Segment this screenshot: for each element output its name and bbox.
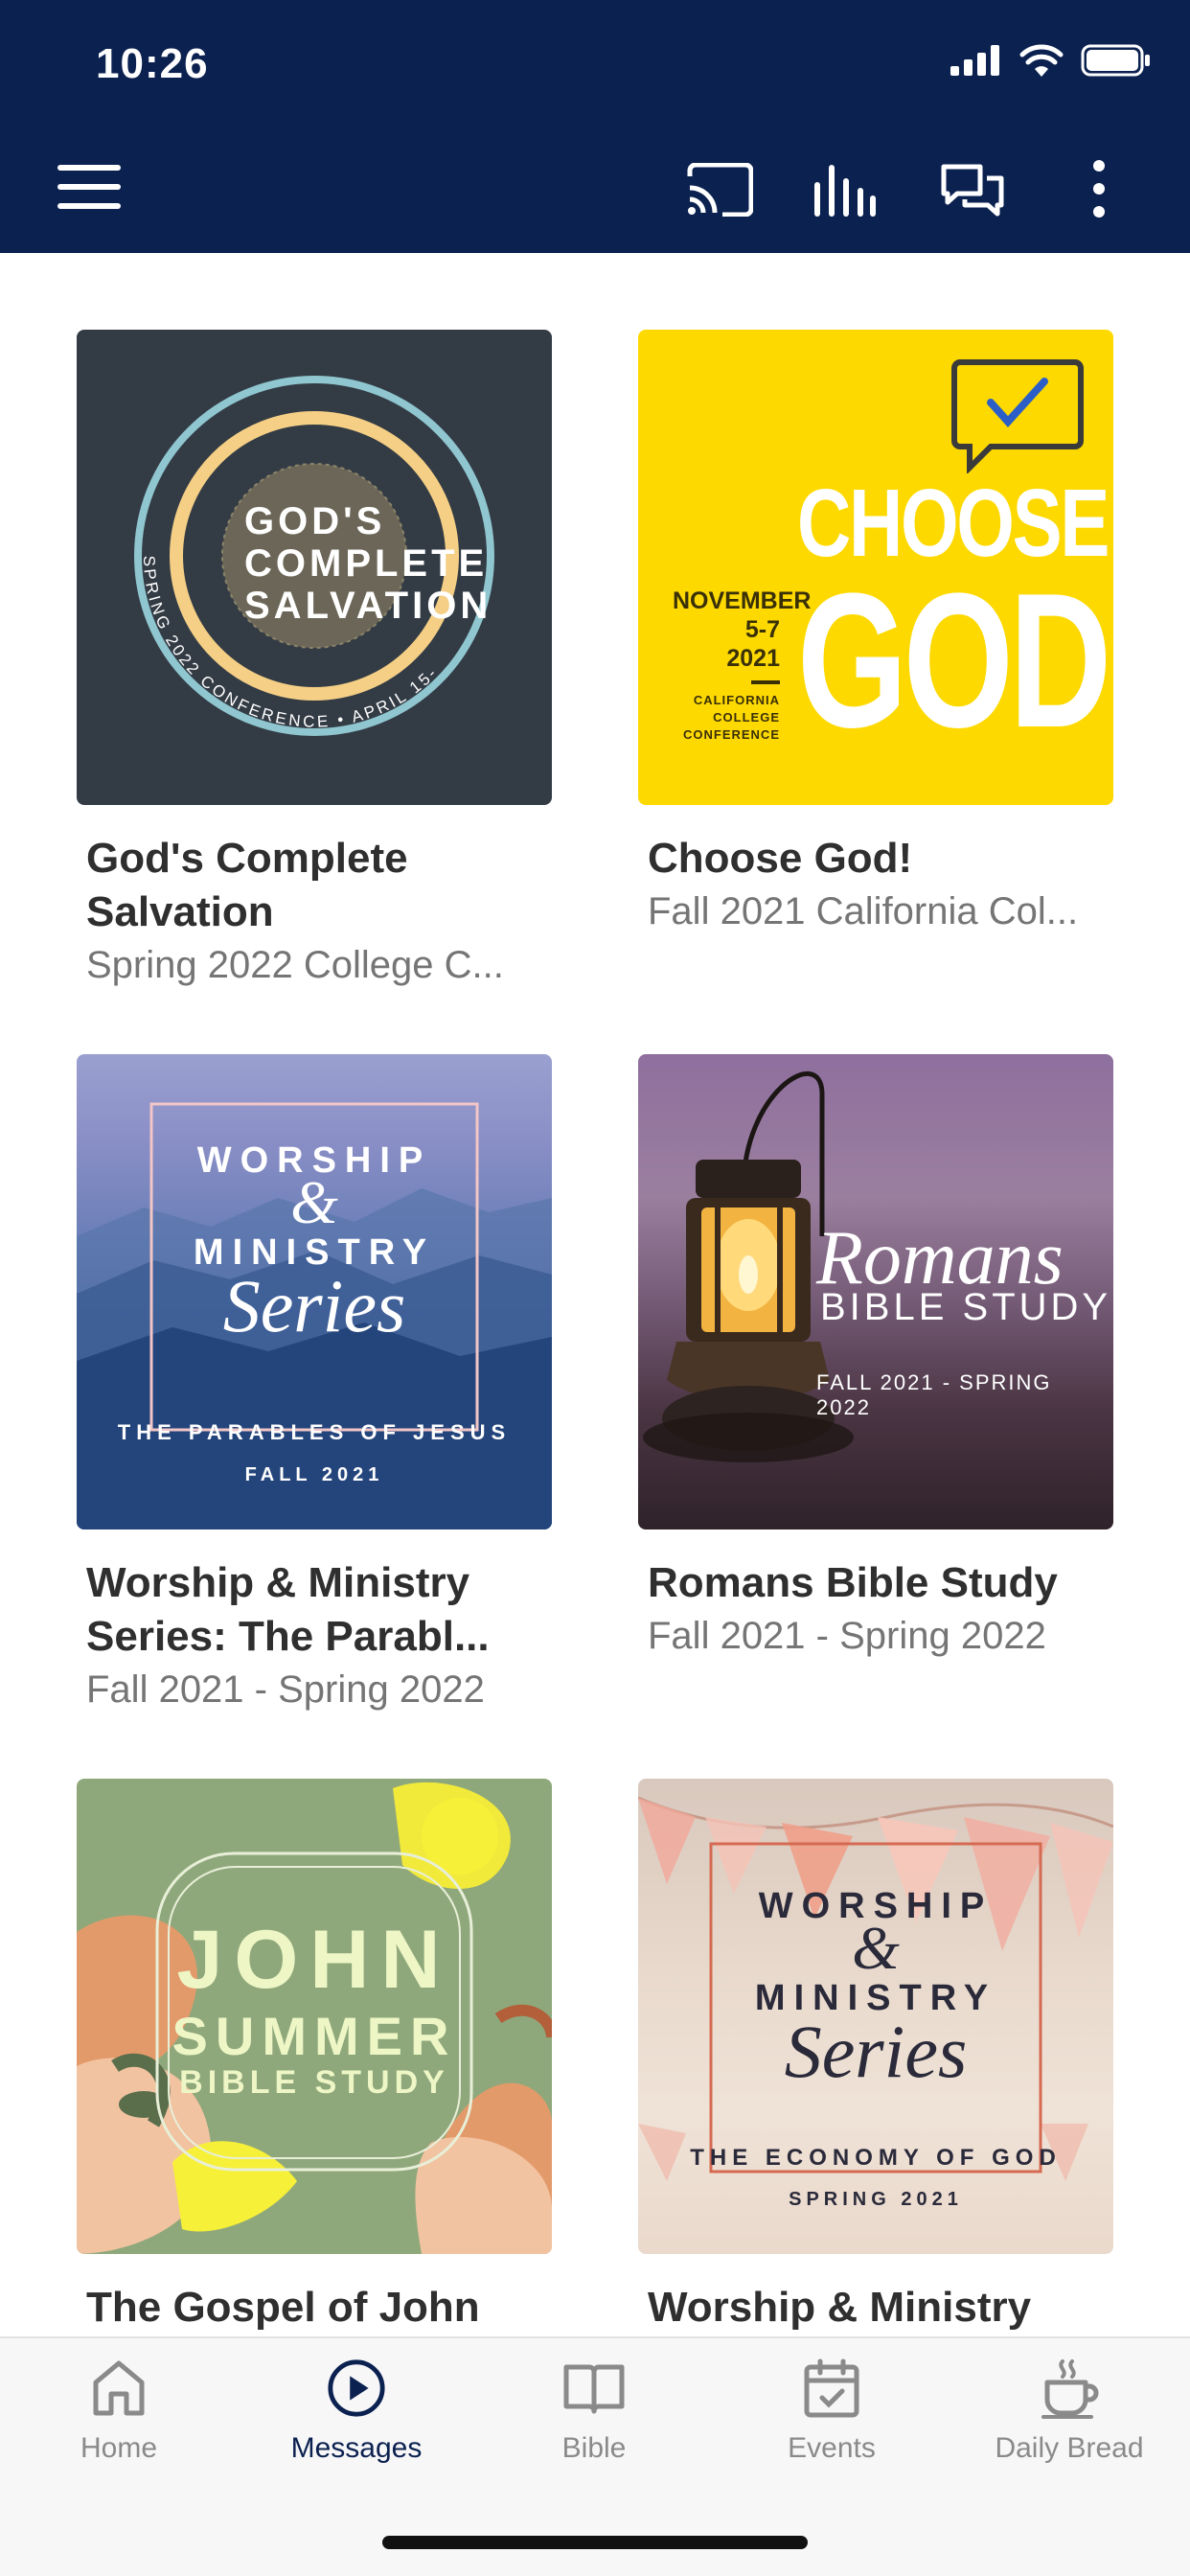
tab-label: Events [788, 2432, 876, 2464]
cover-image: WORSHIP & MINISTRY Series THE PARABLES O… [77, 1054, 552, 1530]
status-time: 10:26 [96, 40, 209, 87]
cover-line: FALL 2021 - SPRING 2022 [816, 1370, 1052, 1419]
cover-line: CONFERENCE [682, 727, 780, 742]
book-icon [563, 2364, 625, 2414]
tab-bible[interactable]: Bible [475, 2358, 713, 2465]
app-header: 10:26 [0, 0, 1190, 253]
home-indicator[interactable] [382, 2536, 808, 2549]
card-subtitle: Fall 2021 - Spring 2022 [86, 1668, 485, 1711]
cover-line: & [290, 1168, 338, 1236]
message-card[interactable]: SPRING 2022 CONFERENCE • APRIL 15-16 GOD… [77, 330, 552, 991]
cover-line: SPRING 2021 [789, 2189, 963, 2210]
cover-line: BIBLE STUDY [820, 1286, 1112, 1328]
message-card[interactable]: WORSHIP & MINISTRY Series THE PARABLES O… [77, 1054, 552, 1715]
card-subtitle: Fall 2021 - Spring 2022 [648, 1615, 1046, 1657]
cover-image: SPRING 2022 CONFERENCE • APRIL 15-16 GOD… [77, 330, 552, 805]
menu-icon[interactable] [57, 165, 121, 209]
cover-line: SALVATION [244, 585, 492, 627]
card-subtitle: Spring 2022 College C... [86, 944, 504, 986]
signal-icon [950, 45, 999, 76]
calendar-check-icon [804, 2358, 859, 2418]
card-title: Worship & Ministry [86, 1559, 470, 1606]
status-icons [950, 44, 1152, 77]
cover-line: Series [222, 1264, 406, 1347]
cover-line: CALIFORNIA [693, 693, 780, 707]
cover-line: Series [784, 2010, 968, 2093]
cover-line: FALL 2021 [244, 1464, 384, 1485]
message-card[interactable]: WORSHIP & MINISTRY Series THE ECONOMY OF… [638, 1779, 1113, 2334]
cover-line: JOHN [176, 1914, 452, 2006]
chat-icon[interactable] [941, 163, 1004, 218]
audio-levels-icon[interactable] [812, 163, 878, 217]
tab-home[interactable]: Home [0, 2358, 238, 2465]
cast-icon[interactable] [686, 163, 753, 217]
cover-image: NOVEMBER 5-7 2021 CALIFORNIA COLLEGE CON… [638, 330, 1113, 805]
cover-image: JOHN SUMMER BIBLE STUDY [77, 1779, 552, 2254]
more-vertical-icon[interactable] [1092, 159, 1106, 218]
play-circle-icon [328, 2359, 385, 2417]
cover-line: & [852, 1914, 900, 1982]
card-title: Worship & Ministry [648, 2284, 1032, 2331]
cover-image: Romans BIBLE STUDY FALL 2021 - SPRING 20… [638, 1054, 1113, 1530]
card-title: Choose God! [648, 835, 913, 882]
card-title: Series: The Parabl... [86, 1613, 490, 1660]
card-title: Romans Bible Study [648, 1559, 1058, 1606]
tab-label: Messages [290, 2432, 423, 2464]
cover-line: GOD'S [244, 500, 386, 542]
cover-line: NOVEMBER [673, 587, 812, 614]
battery-icon [1081, 44, 1150, 77]
card-title: God's Complete Salvation [86, 835, 408, 935]
card-subtitle: Fall 2021 California Col... [648, 890, 1079, 932]
cover-line: GOD! [797, 554, 1113, 768]
check-bubble-icon [951, 359, 1084, 473]
cover-line: SUMMER [172, 2006, 457, 2066]
card-title: The Gospel of John [86, 2284, 480, 2331]
message-card[interactable]: NOVEMBER 5-7 2021 CALIFORNIA COLLEGE CON… [638, 330, 1113, 937]
tab-label: Daily Bread [995, 2432, 1144, 2464]
message-card[interactable]: JOHN SUMMER BIBLE STUDY The Gospel of Jo… [77, 1779, 552, 2334]
cover-line: COLLEGE [713, 710, 780, 724]
tab-label: Home [80, 2432, 158, 2464]
cover-line: COMPLETE [244, 542, 489, 585]
tab-messages[interactable]: Messages [238, 2358, 475, 2465]
home-icon [93, 2360, 145, 2416]
cover-line: THE PARABLES OF JESUS [117, 1420, 512, 1444]
cover-line: 2021 [726, 645, 780, 672]
cover-image: WORSHIP & MINISTRY Series THE ECONOMY OF… [638, 1779, 1113, 2254]
wifi-icon [1019, 44, 1064, 77]
tab-daily-bread[interactable]: Daily Bread [950, 2358, 1188, 2465]
tab-label: Bible [561, 2432, 627, 2464]
cover-line: THE ECONOMY OF GOD [690, 2145, 1062, 2171]
message-card[interactable]: Romans BIBLE STUDY FALL 2021 - SPRING 20… [638, 1054, 1113, 1662]
cover-line: 5-7 [744, 616, 780, 643]
tab-events[interactable]: Events [713, 2358, 950, 2465]
coffee-cup-icon [1041, 2359, 1099, 2419]
cover-line: BIBLE STUDY [179, 2064, 449, 2101]
